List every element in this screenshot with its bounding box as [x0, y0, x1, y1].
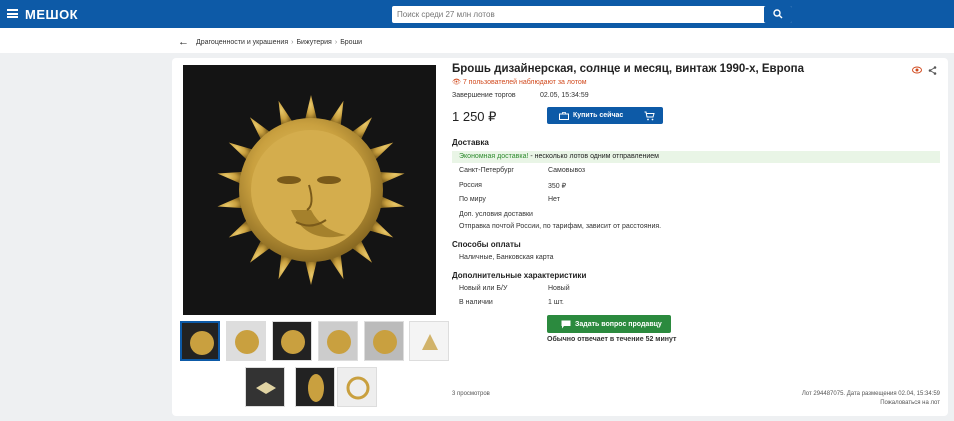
thumbnail[interactable]	[318, 321, 358, 361]
payment-title: Способы оплаты	[452, 240, 521, 249]
condition-label: Новый или Б/У	[459, 285, 508, 292]
stock-value: 1 шт.	[548, 299, 564, 306]
watch-eye-icon[interactable]	[912, 66, 922, 74]
buy-now-button[interactable]: Купить сейчас	[547, 107, 663, 124]
menu-icon[interactable]	[7, 9, 18, 18]
back-arrow-icon[interactable]: ←	[178, 36, 189, 48]
lot-actions	[912, 66, 937, 75]
delivery-world-label: По миру	[459, 196, 486, 203]
condition-value: Новый	[548, 285, 570, 292]
payment-value: Наличные, Банковская карта	[459, 254, 554, 261]
breadcrumb-item[interactable]: Драгоценности и украшения	[196, 39, 288, 46]
watchers-text: 7 пользователей наблюдают за лотом	[462, 79, 587, 86]
delivery-city-value: Самовывоз	[548, 167, 586, 174]
search-button[interactable]	[764, 6, 792, 23]
end-value: 02.05, 15:34:59	[540, 92, 589, 99]
thumbnail[interactable]	[226, 321, 266, 361]
views-count: 3 просмотров	[452, 391, 490, 397]
search-box	[392, 6, 792, 23]
eye-icon: 👁	[452, 79, 463, 86]
delivery-city-label: Санкт-Петербург	[459, 167, 514, 174]
thumbnail[interactable]	[364, 321, 404, 361]
site-logo[interactable]: МЕШОК	[25, 7, 78, 22]
ask-seller-button[interactable]: Задать вопрос продавцу	[547, 315, 671, 333]
briefcase-icon	[559, 111, 569, 120]
characteristics-title: Дополнительные характеристики	[452, 271, 587, 280]
chat-icon	[561, 320, 571, 328]
delivery-title: Доставка	[452, 138, 489, 147]
breadcrumb-separator: ›	[291, 38, 294, 46]
economy-delivery-banner: Экономная доставка! - несколько лотов од…	[452, 151, 940, 163]
thumbnail[interactable]	[245, 367, 285, 407]
thumbnail[interactable]	[180, 321, 220, 361]
thumbnail[interactable]	[337, 367, 377, 407]
sun-brooch-image	[183, 65, 436, 315]
economy-delivery-link[interactable]: Экономная доставка!	[459, 153, 528, 160]
main-photo[interactable]	[183, 65, 436, 315]
ask-seller-label: Задать вопрос продавцу	[575, 320, 662, 328]
thumbnail[interactable]	[295, 367, 335, 407]
stock-label: В наличии	[459, 299, 493, 306]
delivery-extra-value: Отправка почтой России, по тарифам, зави…	[459, 223, 662, 230]
report-link[interactable]: Пожаловаться на лот	[880, 400, 940, 406]
delivery-russia-value: 350 ₽	[548, 183, 567, 190]
search-input[interactable]	[392, 6, 762, 23]
delivery-extra-label: Доп. условия доставки	[459, 211, 533, 218]
end-label: Завершение торгов	[452, 92, 516, 99]
cart-add-icon	[644, 111, 655, 120]
delivery-world-value: Нет	[548, 196, 560, 203]
breadcrumb-separator: ›	[334, 38, 338, 46]
breadcrumb-item[interactable]: Бижутерия	[296, 39, 331, 46]
thumbnail[interactable]	[272, 321, 312, 361]
buy-now-label: Купить сейчас	[573, 112, 624, 119]
breadcrumb: ← Драгоценности и украшения › Бижутерия …	[178, 36, 362, 48]
economy-delivery-text: - несколько лотов одним отправлением	[528, 153, 659, 160]
breadcrumb-item[interactable]: Броши	[340, 39, 362, 46]
top-bar: МЕШОК	[0, 0, 954, 28]
thumbnail[interactable]	[409, 321, 449, 361]
response-time-note: Обычно отвечает в течение 52 минут	[547, 336, 677, 343]
lot-price: 1 250 ₽	[452, 109, 497, 124]
search-icon	[773, 9, 783, 19]
share-icon[interactable]	[928, 66, 937, 75]
lot-title: Брошь дизайнерская, солнце и месяц, винт…	[452, 63, 804, 75]
delivery-russia-label: Россия	[459, 182, 482, 189]
lot-info: Лот 294487075. Дата размещения 02.04, 15…	[801, 391, 940, 397]
sub-bar	[0, 28, 954, 53]
watchers-note: 👁 7 пользователей наблюдают за лотом	[452, 78, 587, 86]
